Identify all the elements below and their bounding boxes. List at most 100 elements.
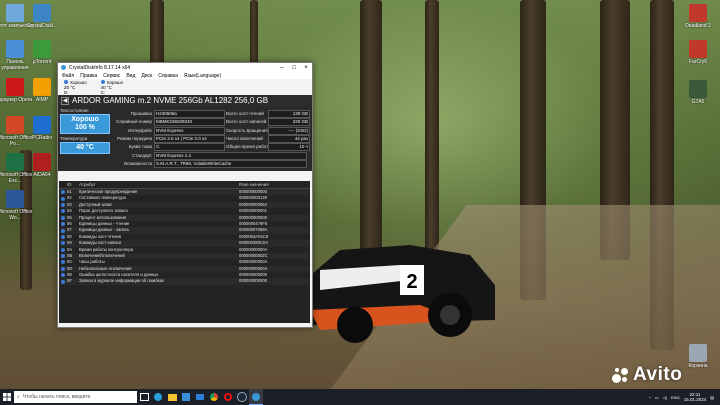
field-value: S.M.A.R.T., TRIM, VolatileWriteCache: [154, 159, 307, 168]
field-label: Буква тома: [128, 144, 152, 150]
desktop-icon-label: Корзина: [688, 363, 708, 369]
desktop-icon-label: CrystalDiskI...: [26, 23, 58, 29]
window-titlebar[interactable]: CrystalDiskInfo 8.17.14 x64 – □ ×: [58, 63, 312, 72]
store-icon[interactable]: [179, 389, 193, 405]
field-value: 10 ч: [268, 143, 310, 152]
app-icon: [689, 344, 707, 362]
steam-icon[interactable]: [235, 389, 249, 405]
menu-item-file[interactable]: Файл: [62, 73, 74, 79]
smart-table-body: 01 Критическое предупреждение 000000000000…: [59, 189, 310, 285]
menu-item-service[interactable]: Сервис: [103, 73, 120, 79]
col-header-attribute[interactable]: Атрибут: [79, 181, 239, 188]
menu-item-help[interactable]: Справка: [158, 73, 178, 79]
field-value: 220 GB: [268, 118, 310, 127]
field-value: H230606a: [154, 110, 225, 118]
avito-watermark: Avito: [612, 364, 682, 386]
start-button[interactable]: [0, 389, 14, 405]
desktop-icon[interactable]: GTA5: [678, 80, 718, 105]
desktop-icon[interactable]: AIMP: [22, 78, 62, 103]
health-status: Хорошо: [71, 116, 99, 123]
volume-icon[interactable]: ◁): [663, 395, 667, 400]
edge-icon[interactable]: [151, 389, 165, 405]
table-row[interactable]: 0F Записи в журнале информации об ошибках…: [59, 278, 310, 285]
health-percent: 100 %: [75, 124, 95, 131]
clock[interactable]: 22:11 15.01.2024: [684, 392, 707, 402]
search-placeholder: Чтобы начать поиск, введите: [22, 394, 91, 400]
app-icon: [689, 4, 707, 22]
task-view-icon[interactable]: [137, 389, 151, 405]
smart-table-header: ID Атрибут Raw-значения: [59, 181, 310, 189]
field-value: NVM Express 1.4: [154, 151, 307, 160]
desktop-icon[interactable]: Deadland 2: [678, 4, 718, 29]
field-value: NVM Express: [154, 126, 225, 135]
health-status-box[interactable]: Хорошо 100 %: [60, 114, 110, 134]
app-icon: [33, 40, 51, 58]
field-value: ---- (SSD): [268, 126, 310, 135]
maximize-icon[interactable]: □: [288, 65, 300, 71]
menu-item-view[interactable]: Вид: [126, 73, 135, 79]
windows-logo-icon: [3, 393, 11, 401]
menu-item-disk[interactable]: Диск: [141, 73, 152, 79]
temperature-box: 40 °C: [60, 142, 110, 154]
app-icon: [33, 4, 51, 22]
desktop-icon[interactable]: µTorrent: [22, 40, 62, 65]
network-icon[interactable]: ▭: [655, 395, 659, 400]
menu-item-language[interactable]: Язык(Language): [184, 73, 221, 79]
tray-chevron-icon[interactable]: ^: [649, 395, 651, 400]
field-label: Интерфейс: [128, 127, 152, 133]
tech-state-label: Техсостояние: [60, 108, 89, 113]
desktop-icon[interactable]: CrystalDiskI...: [22, 4, 62, 29]
drive-status-row: Хорошо 25 °C D: Хорошо 40 °C C:: [58, 79, 312, 95]
desktop-icon[interactable]: Корзина: [678, 344, 718, 369]
app-icon: [689, 40, 707, 58]
prev-disk-icon[interactable]: ◀: [61, 96, 69, 105]
field-value: 44 раз: [268, 134, 310, 143]
field-label: Всего хост-чтений: [226, 111, 264, 116]
desktop-icon[interactable]: Microsoft Office Wo...: [0, 190, 35, 221]
app-icon: [6, 190, 24, 208]
notifications-icon[interactable]: ▤: [710, 395, 714, 400]
temperature-label: Температура: [60, 136, 88, 141]
field-label: Прошивка: [130, 111, 152, 116]
desktop-icon[interactable]: FarCry6: [678, 40, 718, 65]
desktop-icon-label: PCRadio: [31, 135, 52, 141]
disk-title: ARDOR GAMING m.2 NVME 256Gb AL1282 256,0…: [72, 96, 269, 105]
smart-table[interactable]: ID Атрибут Raw-значения 01 Критическое пр…: [59, 181, 310, 323]
field-value: MBMK236029240: [154, 118, 225, 127]
close-icon[interactable]: ×: [300, 65, 312, 71]
menu-item-edit[interactable]: Правка: [80, 73, 97, 79]
desktop-icon-label: GTA5: [691, 99, 705, 105]
taskbar-search[interactable]: ⌕ Чтобы начать поиск, введите: [14, 391, 137, 403]
field-label: Скорость вращения: [226, 127, 268, 133]
language-indicator[interactable]: ENG: [671, 395, 680, 400]
desktop-icon-label: Microsoft Office Wo...: [0, 209, 33, 221]
drive-status-c[interactable]: Хорошо 40 °C C:: [100, 79, 123, 95]
race-car: 2: [305, 245, 495, 343]
field-label: Серийный номер: [116, 119, 152, 125]
desktop-icon[interactable]: AIDA64: [22, 153, 62, 178]
desktop-icon-label: Deadland 2: [685, 23, 711, 29]
desktop-icon-label: µTorrent: [32, 59, 52, 65]
chrome-icon[interactable]: [207, 389, 221, 405]
taskbar: ⌕ Чтобы начать поиск, введите ^ ▭ ◁) ENG…: [0, 389, 720, 405]
field-label: Число включений: [226, 135, 263, 141]
mail-icon[interactable]: [193, 389, 207, 405]
minimize-icon[interactable]: –: [276, 65, 288, 71]
system-tray: ^ ▭ ◁) ENG 22:11 15.01.2024 ▤: [649, 392, 720, 402]
col-header-raw[interactable]: Raw-значения: [239, 181, 309, 188]
desktop-icon-label: AIDA64: [33, 172, 51, 178]
disk-title-bar: ◀ ARDOR GAMING m.2 NVME 256Gb AL1282 256…: [58, 95, 312, 106]
desktop-icon-label: AIMP: [35, 97, 49, 103]
desktop-icon[interactable]: PCRadio: [22, 116, 62, 141]
window-title: CrystalDiskInfo 8.17.14 x64: [69, 64, 131, 71]
drive-status-d[interactable]: Хорошо 25 °C D:: [64, 79, 87, 95]
app-icon: [33, 116, 51, 134]
desktop-icon-label: FarCry6: [688, 59, 708, 65]
field-label: Стандарт: [132, 152, 152, 158]
opera-icon[interactable]: [221, 389, 235, 405]
crystaldiskinfo-taskbar-icon[interactable]: [249, 389, 263, 405]
search-icon: ⌕: [17, 394, 20, 400]
explorer-icon[interactable]: [165, 389, 179, 405]
crystaldiskinfo-window[interactable]: CrystalDiskInfo 8.17.14 x64 – □ × Файл П…: [57, 62, 313, 328]
col-header-id[interactable]: ID: [67, 181, 79, 188]
